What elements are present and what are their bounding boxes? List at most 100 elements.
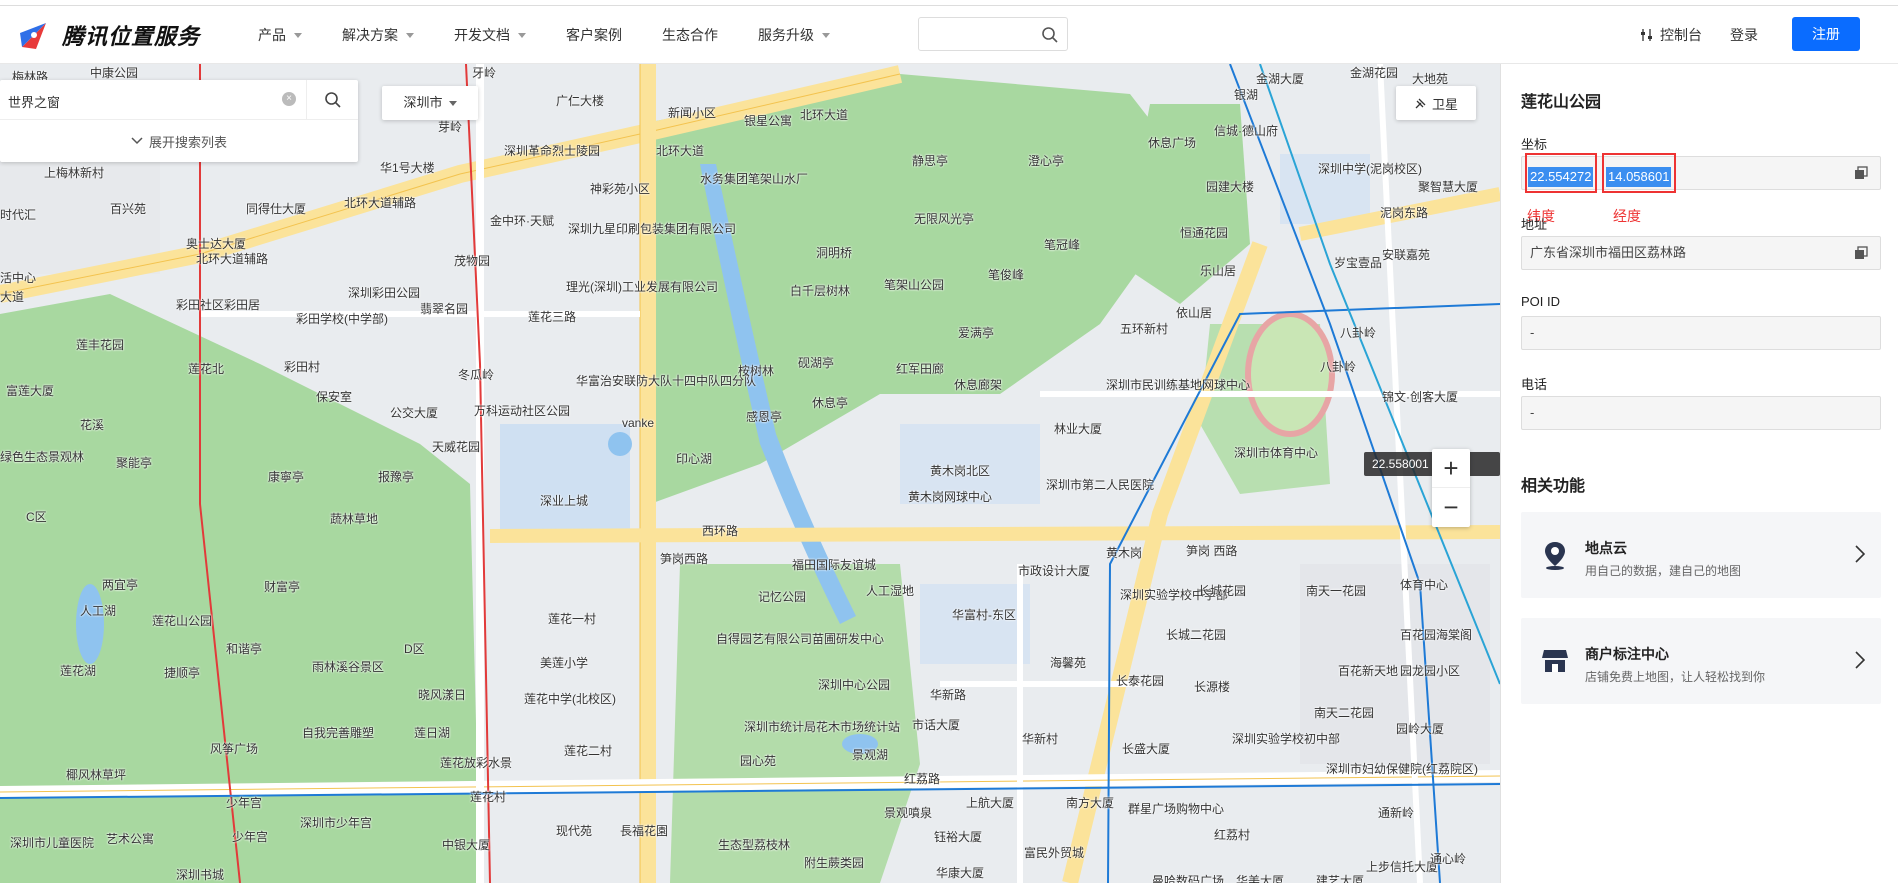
- map-place-label[interactable]: 神彩苑小区: [590, 180, 650, 197]
- map-place-label[interactable]: 福田国际友谊城: [792, 556, 876, 573]
- map-place-label[interactable]: 黄木岗网球中心: [908, 488, 992, 505]
- map-place-label[interactable]: 深圳实验学校初中部: [1232, 730, 1340, 747]
- map-place-label[interactable]: 华1号大楼: [380, 159, 435, 176]
- map-place-label[interactable]: 北环大道辅路: [196, 250, 268, 267]
- map-place-label[interactable]: 八卦岭: [1320, 358, 1356, 375]
- map-place-label[interactable]: 休息廊架: [954, 376, 1002, 393]
- map-place-label[interactable]: 澄心亭: [1028, 152, 1064, 169]
- map-place-label[interactable]: 深圳市民训练基地网球中心: [1106, 376, 1250, 393]
- map-place-label[interactable]: 深圳市妇幼保健院(红荔院区): [1326, 760, 1478, 777]
- map-place-label[interactable]: 百兴苑: [110, 200, 146, 217]
- map-place-label[interactable]: 捷顺亭: [164, 664, 200, 681]
- map-place-label[interactable]: 华新路: [930, 686, 966, 703]
- map-place-label[interactable]: 金湖大厦: [1256, 70, 1304, 87]
- map-place-label[interactable]: 印心湖: [676, 450, 712, 467]
- map-place-label[interactable]: 花溪: [80, 416, 104, 433]
- map-place-label[interactable]: 长盛大厦: [1122, 740, 1170, 757]
- map-place-label[interactable]: 蔬林草地: [330, 510, 378, 527]
- map-place-label[interactable]: 晓风漾日: [418, 686, 466, 703]
- map-place-label[interactable]: 冬瓜岭: [458, 366, 494, 383]
- map-place-label[interactable]: 天威花园: [432, 438, 480, 455]
- map-place-label[interactable]: 笔冠峰: [1044, 236, 1080, 253]
- map-place-label[interactable]: 上航大厦: [966, 794, 1014, 811]
- satellite-toggle[interactable]: 卫星: [1396, 86, 1476, 120]
- map-place-label[interactable]: C区: [26, 508, 47, 525]
- map-place-label[interactable]: 长源楼: [1194, 678, 1230, 695]
- map-place-label[interactable]: 黄木岗: [1106, 544, 1142, 561]
- address-field[interactable]: 广东省深圳市福田区荔林路: [1521, 236, 1881, 270]
- map-place-label[interactable]: 曼哈数码广场: [1152, 872, 1224, 883]
- map-place-label[interactable]: 通心岭: [1430, 850, 1466, 867]
- map-place-label[interactable]: 少年宫: [226, 794, 262, 811]
- map-place-label[interactable]: 雨林溪谷景区: [312, 658, 384, 675]
- map-place-label[interactable]: 翡翠名园: [420, 300, 468, 317]
- map-place-label[interactable]: 华康大厦: [936, 864, 984, 881]
- zoom-out-button[interactable]: −: [1432, 488, 1470, 527]
- map-place-label[interactable]: 牙岭: [472, 64, 496, 81]
- expand-results-button[interactable]: 展开搜索列表: [0, 120, 358, 162]
- map-place-label[interactable]: 林业大厦: [1054, 420, 1102, 437]
- map-place-label[interactable]: 园龙园小区: [1400, 662, 1460, 679]
- map-place-label[interactable]: 市话大厦: [912, 716, 960, 733]
- map-place-label[interactable]: 通新岭: [1378, 804, 1414, 821]
- map-place-label[interactable]: 大道: [0, 288, 24, 305]
- map-place-label[interactable]: 西环路: [702, 522, 738, 539]
- map-place-label[interactable]: 美莲小学: [540, 654, 588, 671]
- map-place-label[interactable]: 恒通花园: [1180, 224, 1228, 241]
- map-place-label[interactable]: 北环大道: [656, 142, 704, 159]
- map-place-label[interactable]: 北环大道: [800, 106, 848, 123]
- search-button[interactable]: [306, 80, 358, 120]
- map-place-label[interactable]: 深业上城: [540, 492, 588, 509]
- map-place-label[interactable]: 艺术公寓: [106, 830, 154, 847]
- map-place-label[interactable]: 报豫亭: [378, 468, 414, 485]
- map-place-label[interactable]: 深圳彩田公园: [348, 284, 420, 301]
- map-place-label[interactable]: 笔架山公园: [884, 276, 944, 293]
- map-place-label[interactable]: 深圳九星印刷包装集团有限公司: [568, 220, 736, 237]
- map-place-label[interactable]: 莲花放彩水景: [440, 754, 512, 771]
- map-place-label[interactable]: 长城二花园: [1166, 626, 1226, 643]
- map-place-label[interactable]: 园岭大厦: [1396, 720, 1444, 737]
- map-place-label[interactable]: 休息亭: [812, 394, 848, 411]
- map-place-label[interactable]: 八卦岭: [1340, 324, 1376, 341]
- map-place-label[interactable]: 现代苑: [556, 822, 592, 839]
- console-link[interactable]: 控制台: [1640, 6, 1702, 64]
- map-place-label[interactable]: 建艺大厦: [1316, 872, 1364, 883]
- map-place-label[interactable]: 洞明桥: [816, 244, 852, 261]
- map-place-label[interactable]: 无限风光亭: [914, 210, 974, 227]
- map-place-label[interactable]: 深圳市儿童医院: [10, 834, 94, 851]
- map-place-label[interactable]: 景观湖: [852, 746, 888, 763]
- map-place-label[interactable]: 莲丰花园: [76, 336, 124, 353]
- map-place-label[interactable]: 时代汇: [0, 206, 36, 223]
- map-place-label[interactable]: 红荔路: [904, 770, 940, 787]
- map-place-label[interactable]: 自我完善雕塑: [302, 724, 374, 741]
- map-place-label[interactable]: 莲花中学(北校区): [524, 690, 616, 707]
- card-place-cloud[interactable]: 地点云 用自己的数据，建自己的地图: [1521, 512, 1881, 598]
- map-place-label[interactable]: 聚智慧大厦: [1418, 178, 1478, 195]
- map-place-label[interactable]: 同得仕大厦: [246, 200, 306, 217]
- map-place-label[interactable]: 笋岗 西路: [1186, 542, 1237, 559]
- map-place-label[interactable]: 深圳市第二人民医院: [1046, 476, 1154, 493]
- map-place-label[interactable]: 南天一花园: [1306, 582, 1366, 599]
- map-place-label[interactable]: 华美大厦: [1236, 872, 1284, 883]
- map-place-label[interactable]: 华富治安联防大队十四中队四分队: [576, 372, 756, 389]
- map-place-label[interactable]: 华富村-东区: [952, 606, 1016, 623]
- place-search-input[interactable]: 世界之窗: [8, 92, 60, 111]
- copy-icon[interactable]: [1854, 246, 1868, 260]
- map-place-label[interactable]: 聚能亭: [116, 454, 152, 471]
- map-place-label[interactable]: 莲日湖: [414, 724, 450, 741]
- map-place-label[interactable]: 芽岭: [438, 118, 462, 135]
- nav-item[interactable]: 生态合作: [662, 25, 718, 45]
- map-place-label[interactable]: 园心苑: [740, 752, 776, 769]
- map-place-label[interactable]: 人工湖: [80, 602, 116, 619]
- map-place-label[interactable]: 彩田村: [284, 358, 320, 375]
- map-place-label[interactable]: 感恩亭: [746, 408, 782, 425]
- map-place-label[interactable]: 爱满亭: [958, 324, 994, 341]
- map-place-label[interactable]: 深圳革命烈士陵园: [504, 142, 600, 159]
- map-place-label[interactable]: 砚湖亭: [798, 354, 834, 371]
- map-place-label[interactable]: 保安室: [316, 388, 352, 405]
- map-place-label[interactable]: 五环新村: [1120, 320, 1168, 337]
- map-canvas[interactable]: 梅林路 中康公园 上梅林新村 百兴苑 同得仕大厦 时代汇 奥士达大厦 活中心 大道 彩田社区彩田居…: [0, 64, 1500, 883]
- map-place-label[interactable]: D区: [404, 640, 425, 657]
- map-place-label[interactable]: 风筝广场: [210, 740, 258, 757]
- map-place-label[interactable]: 莲花一村: [548, 610, 596, 627]
